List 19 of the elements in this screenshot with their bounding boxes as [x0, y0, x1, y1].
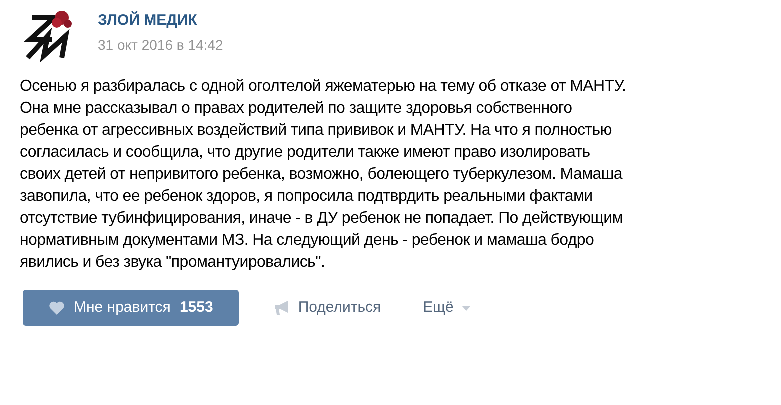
caret-icon [462, 306, 471, 310]
like-button[interactable]: Мне нравится 1553 [23, 290, 240, 326]
post-text-line: явились и без звука "промантуировались". [20, 253, 326, 273]
more-button[interactable]: Ещё [423, 296, 471, 320]
like-count: 1553 [180, 298, 214, 318]
post-text-line: завопила, что ее ребенок здоров, я попросила подтврдить реальными фактами [20, 187, 594, 207]
share-button[interactable]: Поделиться [274, 296, 382, 320]
post-text-line: своих детей от непривитого ребенка, возможно, болеющего туберкулезом. Мамаша [20, 165, 624, 185]
post-text-line: ребенка от агрессивных воздействий типа прививок и МАНТУ. На что я полностью [20, 121, 613, 141]
post-date[interactable]: 31 окт 2016 в 14:42 [98, 34, 224, 56]
post-text-line: отсутствие тубинфицирования, иначе - в ДУ ребенок не попадает. По действующим [20, 209, 624, 229]
heart-icon [49, 301, 65, 315]
post-text-line: нормативным документами МЗ. На следующий день - ребенок и мамаша бодро [20, 231, 596, 251]
post-text-line: Она мне рассказывал о правах родителей по защите здоровья собственного [20, 99, 574, 119]
like-label: Мне нравится [74, 298, 171, 318]
post-text-line: Осенью я разбиралась с одной оголтелой яжематерью на тему об отказе от МАНТУ. [20, 77, 628, 97]
megaphone-icon [274, 301, 290, 315]
author-name[interactable]: ЗЛОЙ МЕДИК [98, 10, 224, 32]
post-text-line: согласилась и сообщила, что другие родители также имеют право изолировать [20, 143, 592, 163]
